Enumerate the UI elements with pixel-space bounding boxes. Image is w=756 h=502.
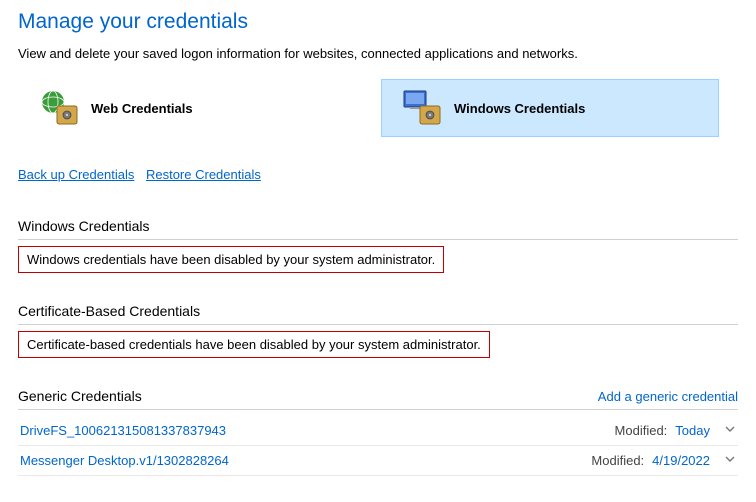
section-header-generic: Generic Credentials Add a generic creden… xyxy=(18,388,738,410)
credential-meta: Modified: Today xyxy=(615,423,736,438)
section-header-windows-label: Windows Credentials xyxy=(18,218,150,234)
tab-windows-label: Windows Credentials xyxy=(454,101,585,116)
page-description: View and delete your saved logon informa… xyxy=(18,46,738,61)
windows-credentials-disabled-msg: Windows credentials have been disabled b… xyxy=(18,246,444,273)
section-header-generic-label: Generic Credentials xyxy=(18,388,142,404)
credential-name: Messenger Desktop.v1/1302828264 xyxy=(20,453,229,468)
credential-modified-label: Modified: xyxy=(615,423,668,438)
tab-web-credentials[interactable]: Web Credentials xyxy=(18,79,356,137)
credential-modified-label: Modified: xyxy=(591,453,644,468)
credential-links: Back up Credentials Restore Credentials xyxy=(18,167,738,182)
restore-credentials-link[interactable]: Restore Credentials xyxy=(146,167,261,182)
credential-row[interactable]: DriveFS_100621315081337837943 Modified: … xyxy=(18,416,738,446)
cert-credentials-disabled-msg: Certificate-based credentials have been … xyxy=(18,331,490,358)
credential-row[interactable]: Messenger Desktop.v1/1302828264 Modified… xyxy=(18,446,738,476)
windows-vault-icon xyxy=(394,88,444,128)
credential-meta: Modified: 4/19/2022 xyxy=(591,453,736,468)
web-vault-icon xyxy=(31,88,81,128)
tab-web-label: Web Credentials xyxy=(91,101,193,116)
add-generic-credential-link[interactable]: Add a generic credential xyxy=(598,389,738,404)
credential-name: DriveFS_100621315081337837943 xyxy=(20,423,226,438)
credential-modified-value: Today xyxy=(675,423,710,438)
credential-modified-value: 4/19/2022 xyxy=(652,453,710,468)
section-header-cert: Certificate-Based Credentials xyxy=(18,303,738,325)
chevron-down-icon[interactable] xyxy=(724,423,736,438)
section-header-windows: Windows Credentials xyxy=(18,218,738,240)
section-header-cert-label: Certificate-Based Credentials xyxy=(18,303,200,319)
credential-tabs: Web Credentials Windows Credentials xyxy=(18,79,738,137)
chevron-down-icon[interactable] xyxy=(724,453,736,468)
tab-windows-credentials[interactable]: Windows Credentials xyxy=(381,79,719,137)
page-title: Manage your credentials xyxy=(18,10,738,34)
backup-credentials-link[interactable]: Back up Credentials xyxy=(18,167,134,182)
